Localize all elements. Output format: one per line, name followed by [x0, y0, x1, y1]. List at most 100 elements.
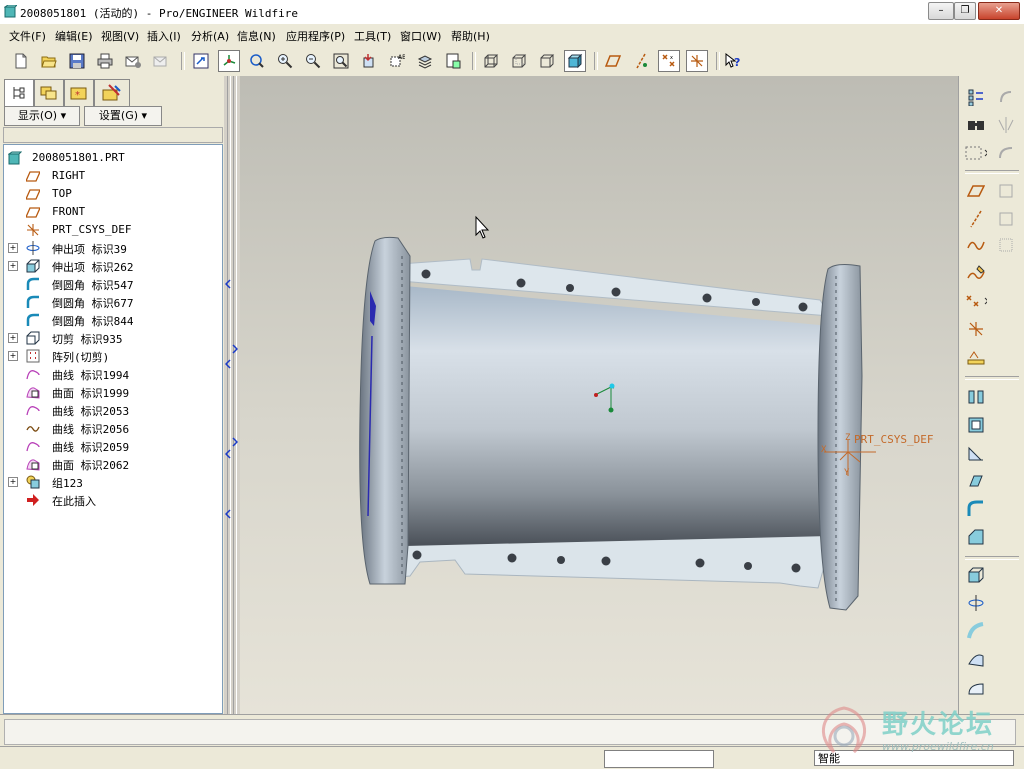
- restore-button[interactable]: ❐: [954, 2, 976, 20]
- tree-row[interactable]: 曲线 标识1994: [4, 365, 222, 383]
- expand-right-arrow-icon[interactable]: [232, 344, 238, 524]
- tree-row[interactable]: 倒圆角 标识547: [4, 275, 222, 293]
- tree-row[interactable]: 曲面 标识1999: [4, 383, 222, 401]
- datum-plane-tool-icon[interactable]: [965, 180, 987, 202]
- merge-disabled-icon: [995, 142, 1017, 164]
- menu-edit[interactable]: 编辑(E): [55, 28, 93, 44]
- hole-tool-icon[interactable]: [965, 386, 987, 408]
- tree-row[interactable]: PRT_CSYS_DEF: [4, 221, 222, 239]
- tree-row[interactable]: 2008051801.PRT: [4, 149, 222, 167]
- save-icon[interactable]: [66, 50, 88, 72]
- tree-row[interactable]: + 切剪 标识935: [4, 329, 222, 347]
- shell-tool-icon[interactable]: [965, 414, 987, 436]
- sweep-tool-icon[interactable]: [965, 620, 987, 642]
- favorites-tab-icon[interactable]: *: [64, 79, 94, 106]
- csys-label: PRT_CSYS_DEF: [854, 433, 934, 446]
- extrude-tool-icon[interactable]: [965, 564, 987, 586]
- no-hidden-icon[interactable]: [536, 50, 558, 72]
- show-dropdown[interactable]: 显示(O) ▾: [4, 106, 80, 126]
- tree-row[interactable]: RIGHT: [4, 167, 222, 185]
- model-tree[interactable]: 2008051801.PRT RIGHT TOP FRONT PRT_CSYS_DEF +…: [3, 144, 223, 714]
- minimize-button[interactable]: –: [928, 2, 954, 20]
- shading-icon[interactable]: [564, 50, 586, 72]
- tree-row[interactable]: + 组123: [4, 473, 222, 491]
- layers-icon[interactable]: [414, 50, 436, 72]
- context-help-icon[interactable]: ?: [722, 50, 744, 72]
- menu-insert[interactable]: 插入(I): [147, 28, 181, 44]
- rib-tool-icon[interactable]: [965, 442, 987, 464]
- tree-expander-icon[interactable]: +: [8, 333, 18, 343]
- menu-window[interactable]: 窗口(W): [400, 28, 441, 44]
- menu-file[interactable]: 文件(F): [9, 28, 46, 44]
- view-manager-icon[interactable]: [442, 50, 464, 72]
- sketch-tool-icon[interactable]: [965, 262, 987, 284]
- title-bar: 2008051801 (活动的) - Pro/ENGINEER Wildfire…: [0, 0, 1024, 25]
- menu-tools[interactable]: 工具(T): [354, 28, 391, 44]
- style-tool-icon[interactable]: [965, 676, 987, 698]
- datum-points-icon[interactable]: x: [658, 50, 680, 72]
- reorient-icon[interactable]: [358, 50, 380, 72]
- tree-row[interactable]: 曲线 标识2056: [4, 419, 222, 437]
- menu-applications[interactable]: 应用程序(P): [286, 28, 345, 44]
- panel-sash[interactable]: [224, 76, 240, 714]
- hidden-line-icon[interactable]: [508, 50, 530, 72]
- tree-row[interactable]: 曲线 标识2059: [4, 437, 222, 455]
- tree-row[interactable]: 倒圆角 标识844: [4, 311, 222, 329]
- model-tree-tab-icon[interactable]: [4, 79, 34, 106]
- datum-axes-icon[interactable]: [630, 50, 652, 72]
- saved-views-icon[interactable]: AB: [386, 50, 408, 72]
- find-icon[interactable]: [965, 114, 987, 136]
- menu-help[interactable]: 帮助(H): [451, 28, 490, 44]
- refit-icon[interactable]: [330, 50, 352, 72]
- zoom-out-icon[interactable]: [302, 50, 324, 72]
- datum-axis-tool-icon[interactable]: [965, 208, 987, 230]
- boundary-blend-icon[interactable]: [965, 648, 987, 670]
- tree-expander-icon[interactable]: +: [8, 261, 18, 271]
- wireframe-icon[interactable]: [480, 50, 502, 72]
- tree-row[interactable]: + 阵列(切剪): [4, 347, 222, 365]
- csys-tool-icon[interactable]: [965, 318, 987, 340]
- zoom-in-icon[interactable]: [274, 50, 296, 72]
- tree-expander-icon[interactable]: +: [8, 477, 18, 487]
- tree-row-label: 组123: [52, 477, 83, 490]
- menu-view[interactable]: 视图(V): [101, 28, 139, 44]
- chamfer-tool-icon[interactable]: [965, 526, 987, 548]
- csys-icon[interactable]: [686, 50, 708, 72]
- tree-expander-icon[interactable]: +: [8, 243, 18, 253]
- regenerate-icon[interactable]: [965, 86, 987, 108]
- print-icon[interactable]: [94, 50, 116, 72]
- datum-point-tool-icon[interactable]: [965, 290, 987, 312]
- draft-tool-icon[interactable]: [965, 470, 987, 492]
- datum-planes-icon[interactable]: [602, 50, 624, 72]
- revolve-tool-icon[interactable]: [965, 592, 987, 614]
- open-folder-icon[interactable]: [38, 50, 60, 72]
- select-box-icon[interactable]: [965, 142, 987, 164]
- tree-row[interactable]: FRONT: [4, 203, 222, 221]
- tree-row[interactable]: 在此插入: [4, 491, 222, 509]
- menu-analysis[interactable]: 分析(A): [191, 28, 229, 44]
- tree-row[interactable]: + 伸出项 标识39: [4, 239, 222, 257]
- collapse-left-arrow-icon[interactable]: [225, 276, 231, 526]
- datum-curve-tool-icon[interactable]: [965, 234, 987, 256]
- spin-center-icon[interactable]: [218, 50, 240, 72]
- tree-row[interactable]: TOP: [4, 185, 222, 203]
- tree-row[interactable]: 曲面 标识2062: [4, 455, 222, 473]
- folder-browser-tab-icon[interactable]: [34, 79, 64, 106]
- tree-row-label: 曲线 标识2053: [52, 405, 130, 418]
- tree-row[interactable]: + 伸出项 标识262: [4, 257, 222, 275]
- analysis-feature-icon[interactable]: [965, 346, 987, 368]
- menu-info[interactable]: 信息(N): [237, 28, 276, 44]
- close-button[interactable]: ✕: [978, 2, 1020, 20]
- tree-row[interactable]: 曲线 标识2053: [4, 401, 222, 419]
- surface-icon: [26, 387, 40, 399]
- tree-row[interactable]: 倒圆角 标识677: [4, 293, 222, 311]
- round-tool-icon[interactable]: [965, 498, 987, 520]
- connections-tab-icon[interactable]: [94, 79, 130, 106]
- email-icon[interactable]: [122, 50, 144, 72]
- redraw-icon[interactable]: [190, 50, 212, 72]
- new-file-icon[interactable]: [10, 50, 32, 72]
- graphics-window[interactable]: Z X Y PRT_CSYS_DEF: [240, 76, 958, 714]
- settings-dropdown[interactable]: 设置(G) ▾: [84, 106, 162, 126]
- orient-mode-icon[interactable]: [246, 50, 268, 72]
- tree-expander-icon[interactable]: +: [8, 351, 18, 361]
